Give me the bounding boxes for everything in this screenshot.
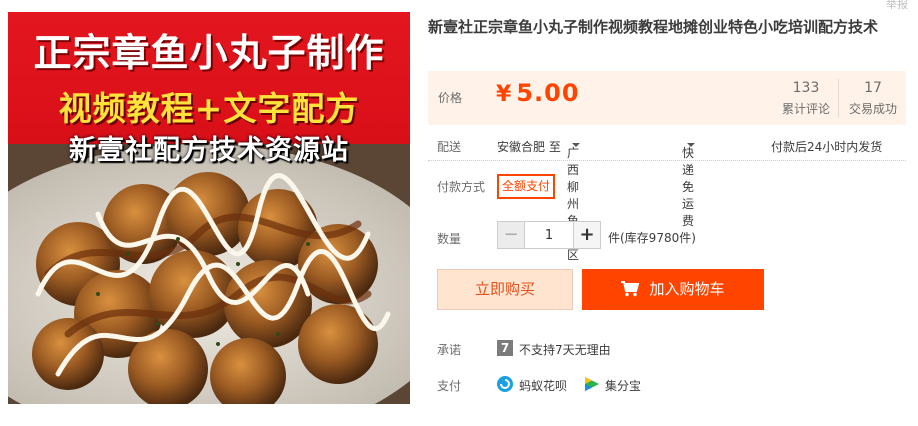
no-return-icon: 7 bbox=[497, 340, 513, 356]
quantity-label: 数量 bbox=[437, 232, 462, 246]
takoyaki-photo bbox=[8, 144, 410, 404]
price-panel: 价格 ¥5.00 133 累计评论 17 交易成功 bbox=[428, 71, 906, 125]
quantity-stepper: − + bbox=[497, 221, 601, 249]
price-currency: ¥ bbox=[496, 82, 513, 107]
report-link[interactable]: 举报 bbox=[886, 0, 908, 12]
reviews-count: 133 bbox=[792, 80, 820, 96]
shipping-method: 快递 免运费 bbox=[682, 146, 695, 228]
pay-label: 支付 bbox=[437, 379, 462, 393]
price-amount: 5.00 bbox=[516, 79, 580, 107]
quantity-input[interactable] bbox=[525, 222, 573, 248]
buy-now-button[interactable]: 立即购买 bbox=[437, 269, 573, 310]
huabei-icon bbox=[497, 376, 513, 392]
delivery-destination-select[interactable]: 广西柳州鱼峰区 bbox=[567, 138, 580, 262]
reviews-stat[interactable]: 133 累计评论 bbox=[772, 79, 840, 117]
price-value: ¥5.00 bbox=[496, 79, 580, 107]
cart-icon bbox=[621, 281, 640, 297]
delivery-row: 配送 安徽合肥 至 广西柳州鱼峰区 快递 免运费 付款后24小时内发货 bbox=[428, 132, 906, 262]
stock-info: 件(库存9780件) bbox=[608, 231, 696, 245]
price-label: 价格 bbox=[438, 91, 463, 105]
reviews-label: 累计评论 bbox=[781, 102, 830, 116]
banner-headline: 正宗章鱼小丸子制作 bbox=[33, 31, 385, 75]
jifenbao-label[interactable]: 集分宝 bbox=[605, 377, 641, 394]
banner-tagline: 新壹社配方技术资源站 bbox=[69, 135, 349, 166]
banner-subheadline: 视频教程+文字配方 bbox=[58, 89, 360, 128]
product-image[interactable]: 正宗章鱼小丸子制作 视频教程+文字配方 新壹社配方技术资源站 bbox=[8, 12, 410, 404]
jifenbao-icon bbox=[585, 377, 599, 391]
huabei-label[interactable]: 蚂蚁花呗 bbox=[519, 377, 567, 394]
promise-label: 承诺 bbox=[437, 343, 462, 357]
delivery-label: 配送 bbox=[437, 140, 462, 154]
sales-stat: 17 交易成功 bbox=[839, 79, 907, 117]
quantity-increase-button[interactable]: + bbox=[573, 222, 600, 248]
payment-method-label: 付款方式 bbox=[437, 180, 486, 194]
add-to-cart-label: 加入购物车 bbox=[649, 280, 725, 298]
shipping-method-select[interactable]: 快递 免运费 bbox=[682, 138, 695, 228]
delivery-from: 安徽合肥 至 bbox=[497, 140, 561, 154]
add-to-cart-button[interactable]: 加入购物车 bbox=[582, 269, 764, 310]
quantity-decrease-button[interactable]: − bbox=[498, 222, 525, 248]
ship-time: 付款后24小时内发货 bbox=[771, 140, 883, 154]
payment-option-full[interactable]: 全额支付 bbox=[497, 174, 555, 199]
sales-label: 交易成功 bbox=[848, 102, 897, 116]
product-banner: 正宗章鱼小丸子制作 视频教程+文字配方 bbox=[8, 12, 410, 144]
product-title: 新壹社正宗章鱼小丸子制作视频教程地摊创业特色小吃培训配方技术 bbox=[428, 18, 879, 36]
sales-count: 17 bbox=[864, 80, 882, 96]
promise-text[interactable]: 不支持7天无理由 bbox=[519, 341, 611, 358]
